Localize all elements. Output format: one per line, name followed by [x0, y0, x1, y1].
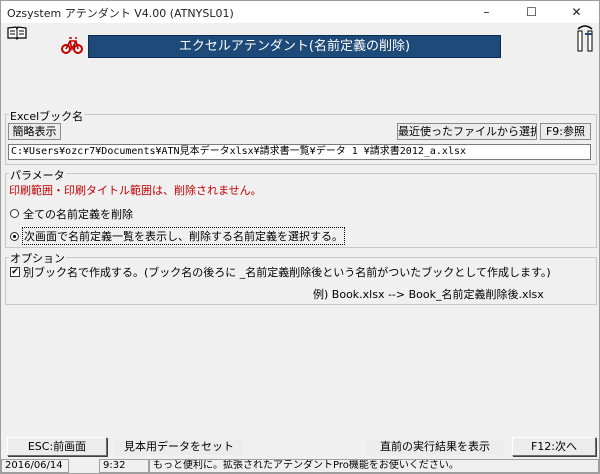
- title-bar: Ozsystem アテンダント V4.00 (ATNYSL01) – ☐ ✕: [1, 1, 599, 23]
- status-time: 9:32: [99, 459, 149, 473]
- workbook-group-label: Excelブック名: [9, 108, 85, 124]
- attendant-icon: [575, 25, 597, 53]
- save-as-label[interactable]: 別ブック名で作成する。(ブック名の後ろに _名前定義削除後という名前がついたブッ…: [23, 264, 551, 280]
- minimize-button[interactable]: –: [464, 1, 509, 23]
- browse-button[interactable]: F9:参照: [540, 123, 591, 140]
- set-sample-data-button[interactable]: 見本用データをセット: [114, 438, 244, 456]
- bicycle-icon: [61, 35, 83, 55]
- short-display-button[interactable]: 簡略表示: [8, 123, 61, 140]
- book-icon[interactable]: [7, 26, 27, 40]
- radio-select-from-list-label[interactable]: 次画面で名前定義一覧を表示し、削除する名前定義を選択する。: [22, 227, 345, 245]
- close-button[interactable]: ✕: [554, 1, 599, 23]
- parameters-warning: 印刷範囲・印刷タイトル範囲は、削除されません。: [9, 184, 262, 197]
- page-banner: エクセルアテンダント(名前定義の削除): [88, 35, 501, 58]
- radio-delete-all[interactable]: [10, 209, 19, 218]
- maximize-button[interactable]: ☐: [509, 1, 554, 23]
- radio-select-from-list[interactable]: [10, 232, 19, 241]
- app-window: Ozsystem アテンダント V4.00 (ATNYSL01) – ☐ ✕ エ…: [0, 0, 600, 474]
- f12-next-button[interactable]: F12:次へ: [512, 437, 596, 456]
- esc-back-button[interactable]: ESC:前画面: [7, 437, 107, 456]
- status-message: もっと便利に。拡張されたアテンダントPro機能をお使いください。: [149, 459, 599, 473]
- parameters-group-label: パラメータ: [9, 167, 66, 183]
- workbook-path-input[interactable]: C:¥Users¥ozcr7¥Documents¥ATN見本データxlsx¥請求…: [8, 144, 591, 160]
- recent-files-button[interactable]: 最近使ったファイルから選択: [397, 123, 537, 140]
- radio-delete-all-label[interactable]: 全ての名前定義を削除: [23, 206, 133, 222]
- window-title: Ozsystem アテンダント V4.00 (ATNYSL01): [7, 7, 234, 20]
- show-last-result-button[interactable]: 直前の実行結果を表示: [365, 438, 505, 456]
- save-as-example: 例) Book.xlsx --> Book_名前定義削除後.xlsx: [313, 288, 544, 301]
- status-date: 2016/06/14: [1, 459, 69, 473]
- save-as-checkbox[interactable]: ✔: [10, 267, 20, 277]
